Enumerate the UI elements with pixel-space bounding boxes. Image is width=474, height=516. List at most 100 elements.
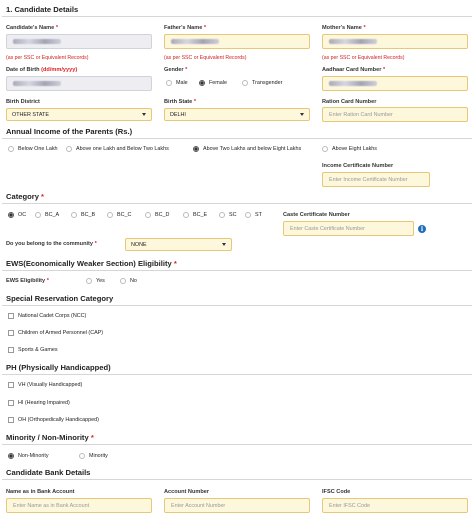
checkbox-icon xyxy=(8,382,14,388)
mother-name-label: Mother's Name * xyxy=(322,25,366,31)
caste-certificate-input[interactable]: Enter Caste Certificate Number xyxy=(283,221,414,236)
ews-yes-radio[interactable]: Yes xyxy=(86,278,105,284)
radio-selected-icon xyxy=(8,212,14,218)
ews-eligibility-label: EWS Eligibility * xyxy=(6,278,49,284)
section-divider xyxy=(2,305,472,306)
ph-section-title: PH (Physically Handicapped) xyxy=(6,363,111,372)
category-st-radio[interactable]: ST xyxy=(245,212,262,218)
special-reservation-title: Special Reservation Category xyxy=(6,294,114,303)
mother-name-note: (as per SSC or Equivalent Records) xyxy=(322,55,405,61)
account-number-input[interactable]: Enter Account Number xyxy=(164,498,310,513)
section-divider xyxy=(2,444,472,445)
section-divider xyxy=(2,203,472,204)
community-select[interactable]: NONE xyxy=(125,238,232,251)
candidate-section-title: 1. Candidate Details xyxy=(6,5,79,14)
section-divider xyxy=(2,138,472,139)
radio-icon xyxy=(242,80,248,86)
income-certificate-label: Income Certificate Number xyxy=(322,163,394,169)
checkbox-icon xyxy=(8,347,14,353)
gender-transgender-radio[interactable]: Transgender xyxy=(242,80,282,86)
chevron-down-icon xyxy=(222,243,226,246)
minority-section-title: Minority / Non-Minority * xyxy=(6,433,94,442)
vh-checkbox[interactable]: VH (Visually Handicapped) xyxy=(8,382,82,388)
caste-certificate-label: Caste Certificate Number xyxy=(283,212,350,218)
checkbox-icon xyxy=(8,400,14,406)
gender-male-radio[interactable]: Male xyxy=(166,80,188,86)
ration-card-input[interactable]: Enter Ration Card Number xyxy=(322,107,468,122)
bank-name-input[interactable]: Enter Name as in Bank Account xyxy=(6,498,152,513)
cap-checkbox[interactable]: Children of Armed Personnel (CAP) xyxy=(8,330,103,336)
father-name-field[interactable] xyxy=(164,34,310,49)
ews-no-radio[interactable]: No xyxy=(120,278,137,284)
aadhaar-label: Aadhaar Card Number * xyxy=(322,67,386,73)
birth-district-label: Birth District xyxy=(6,99,40,105)
birth-state-select[interactable]: DELHI xyxy=(164,108,310,121)
radio-icon xyxy=(145,212,151,218)
birth-district-select[interactable]: OTHER STATE xyxy=(6,108,152,121)
ifsc-input[interactable]: Enter IFSC Code xyxy=(322,498,468,513)
radio-icon xyxy=(79,453,85,459)
section-divider xyxy=(2,270,472,271)
radio-icon xyxy=(66,146,72,152)
category-bc-e-radio[interactable]: BC_E xyxy=(183,212,207,218)
gender-label: Gender * xyxy=(164,67,188,73)
income-two-to-eight-lakh-radio[interactable]: Above Two Lakhs and below Eight Lakhs xyxy=(193,146,301,152)
checkbox-icon xyxy=(8,417,14,423)
non-minority-radio[interactable]: Non-Minority xyxy=(8,453,49,459)
hi-checkbox[interactable]: HI (Hearing Impaired) xyxy=(8,400,70,406)
birth-state-label: Birth State * xyxy=(164,99,197,105)
income-certificate-input[interactable]: Enter Income Certificate Number xyxy=(322,172,430,187)
sports-checkbox[interactable]: Sports & Games xyxy=(8,347,58,353)
radio-icon xyxy=(183,212,189,218)
section-divider xyxy=(2,16,472,17)
category-sc-radio[interactable]: SC xyxy=(219,212,237,218)
candidate-name-note: (as per SSC or Equivalent Records) xyxy=(6,55,89,61)
category-bc-d-radio[interactable]: BC_D xyxy=(145,212,169,218)
aadhaar-field[interactable] xyxy=(322,76,468,91)
father-name-note: (as per SSC or Equivalent Records) xyxy=(164,55,247,61)
radio-icon xyxy=(71,212,77,218)
radio-selected-icon xyxy=(193,146,199,152)
category-oc-radio[interactable]: OC xyxy=(8,212,26,218)
bank-name-label: Name as in Bank Account xyxy=(6,489,75,495)
radio-icon xyxy=(245,212,251,218)
section-divider xyxy=(2,374,472,375)
ifsc-label: IFSC Code xyxy=(322,489,351,495)
radio-icon xyxy=(166,80,172,86)
radio-icon xyxy=(322,146,328,152)
father-name-label: Father's Name * xyxy=(164,25,207,31)
dob-label: Date of Birth (dd/mm/yyyy) xyxy=(6,67,78,73)
bank-section-title: Candidate Bank Details xyxy=(6,468,91,477)
section-divider xyxy=(2,479,472,480)
radio-icon xyxy=(86,278,92,284)
ews-section-title: EWS(Economically Weaker Section) Eligibi… xyxy=(6,259,177,268)
category-bc-c-radio[interactable]: BC_C xyxy=(107,212,131,218)
oh-checkbox[interactable]: OH (Orthopedically Handicapped) xyxy=(8,417,99,423)
gender-female-radio[interactable]: Female xyxy=(199,80,227,86)
ncc-checkbox[interactable]: National Cadet Corps (NCC) xyxy=(8,313,86,319)
community-label: Do you belong to the community * xyxy=(6,241,97,247)
candidate-name-field[interactable] xyxy=(6,34,152,49)
radio-icon xyxy=(35,212,41,218)
income-above-eight-lakh-radio[interactable]: Above Eight Lakhs xyxy=(322,146,377,152)
info-icon[interactable]: i xyxy=(418,225,426,233)
income-below-one-lakh-radio[interactable]: Below One Lakh xyxy=(8,146,58,152)
minority-radio[interactable]: Minority xyxy=(79,453,108,459)
category-bc-b-radio[interactable]: BC_B xyxy=(71,212,95,218)
category-section-title: Category * xyxy=(6,192,45,201)
category-bc-a-radio[interactable]: BC_A xyxy=(35,212,59,218)
radio-selected-icon xyxy=(8,453,14,459)
radio-selected-icon xyxy=(199,80,205,86)
radio-icon xyxy=(107,212,113,218)
dob-field[interactable] xyxy=(6,76,152,91)
radio-icon xyxy=(120,278,126,284)
account-number-label: Account Number xyxy=(164,489,210,495)
checkbox-icon xyxy=(8,330,14,336)
mother-name-field[interactable] xyxy=(322,34,468,49)
candidate-name-label: Candidate's Name * xyxy=(6,25,59,31)
radio-icon xyxy=(8,146,14,152)
checkbox-icon xyxy=(8,313,14,319)
income-one-to-two-lakh-radio[interactable]: Above one Lakh and Below Two Lakhs xyxy=(66,146,169,152)
radio-icon xyxy=(219,212,225,218)
income-section-title: Annual Income of the Parents (Rs.) xyxy=(6,127,133,136)
